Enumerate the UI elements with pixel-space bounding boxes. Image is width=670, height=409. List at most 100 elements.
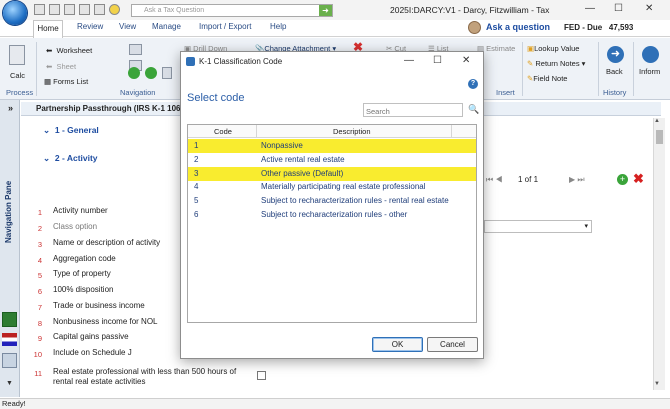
row-number: 9 xyxy=(37,334,42,343)
menu-help[interactable]: Help xyxy=(270,22,286,31)
window-title: 2025I:DARCY:V1 - Darcy, Fitzwilliam - Ta… xyxy=(390,5,550,15)
row-number: 5 xyxy=(37,271,42,280)
divider xyxy=(598,42,599,96)
menu-home[interactable]: Home xyxy=(33,20,63,38)
row-label: Class option xyxy=(53,222,98,231)
scroll-down-icon[interactable]: ▼ xyxy=(654,381,660,387)
inform-icon[interactable] xyxy=(642,46,659,63)
building-icon[interactable] xyxy=(2,353,17,368)
col-description[interactable]: Description xyxy=(333,127,371,136)
scroll-down-icon[interactable]: ▼ xyxy=(6,380,13,387)
add-instance-icon[interactable]: + xyxy=(617,174,628,185)
back-arrow-icon[interactable]: ➜ xyxy=(607,46,624,63)
print-icon[interactable] xyxy=(64,4,75,15)
divider xyxy=(256,125,257,138)
grid-row[interactable]: 4 Materially participating real estate pr… xyxy=(188,180,476,194)
grid-description: Materially participating real estate pro… xyxy=(261,182,426,192)
chevron-down-icon: ▾ xyxy=(584,223,588,230)
inform-button[interactable]: Inform xyxy=(639,67,660,76)
return-notes-button[interactable]: ✎ Return Notes ▾ xyxy=(527,59,585,68)
divider xyxy=(36,42,37,96)
col-code[interactable]: Code xyxy=(214,127,232,136)
row-number: 4 xyxy=(37,256,42,265)
add-green-icon[interactable] xyxy=(128,67,140,79)
pager-next-last[interactable]: ▶ ⏭ xyxy=(569,175,585,185)
menu-view[interactable]: View xyxy=(119,22,136,31)
fed-due-status: FED - Due 47,593 xyxy=(564,23,634,32)
close-icon[interactable]: ✕ xyxy=(645,3,653,14)
row-label: Capital gains passive xyxy=(53,332,129,341)
grid-row[interactable]: 5 Subject to recharacterization rules - r… xyxy=(188,194,476,208)
next-icon[interactable] xyxy=(129,44,142,55)
menu-manage[interactable]: Manage xyxy=(152,22,181,31)
save-icon[interactable] xyxy=(34,4,45,15)
row-number: 1 xyxy=(37,208,42,217)
menu-import-export[interactable]: Import / Export xyxy=(199,22,251,31)
grid-header: Code Description xyxy=(188,125,476,138)
cancel-button[interactable]: Cancel xyxy=(427,337,478,352)
section-activity[interactable]: ⌄ 2 - Activity xyxy=(43,153,98,164)
maximize-icon[interactable]: ☐ xyxy=(614,3,623,14)
copy-icon[interactable] xyxy=(79,4,90,15)
ask-tax-question-input[interactable]: Ask a Tax Question ➜ xyxy=(131,4,333,17)
section-general[interactable]: ⌄ 1 - General xyxy=(43,125,99,136)
group-history: History xyxy=(603,88,627,97)
pager-first-prev[interactable]: ⏮ ◀ xyxy=(486,175,503,185)
back-button[interactable]: Back xyxy=(606,67,623,76)
dialog-maximize-icon[interactable]: ☐ xyxy=(433,55,442,66)
divider xyxy=(522,42,523,96)
page-icon[interactable] xyxy=(162,67,172,79)
search-icon[interactable]: 🔍 xyxy=(468,104,479,115)
grid-code: 4 xyxy=(194,182,199,192)
row-label: Nonbusiness income for NOL xyxy=(53,317,158,326)
row-label: Include on Schedule J xyxy=(53,348,132,357)
row-number: 8 xyxy=(37,319,42,328)
worksheet-icon[interactable] xyxy=(2,312,17,327)
row-number: 11 xyxy=(34,369,42,378)
grid-row[interactable]: 3 Other passive (Default) xyxy=(188,166,476,181)
minimize-icon[interactable]: — xyxy=(585,3,595,14)
real-estate-professional-checkbox[interactable] xyxy=(257,371,266,380)
paste-icon[interactable] xyxy=(94,4,105,15)
row-number: 7 xyxy=(37,303,42,312)
grid-row[interactable]: 6 Subject to recharacterization rules - o… xyxy=(188,208,476,222)
grid-row[interactable]: 2 Active rental real estate xyxy=(188,153,476,167)
grid-description: Other passive (Default) xyxy=(261,168,344,178)
dialog-heading: Select code xyxy=(187,92,245,104)
ok-button[interactable]: OK xyxy=(372,337,423,352)
search-input[interactable] xyxy=(363,103,463,117)
remove-green-icon[interactable] xyxy=(145,67,157,79)
ask-question-link[interactable]: Ask a question xyxy=(486,22,550,32)
navigation-pane-label[interactable]: Navigation Pane xyxy=(4,181,13,243)
app-logo-icon[interactable] xyxy=(3,1,27,25)
class-option-select[interactable]: ▾ xyxy=(484,220,592,233)
row-label: 100% disposition xyxy=(53,285,114,294)
grid-code: 3 xyxy=(194,168,199,178)
open-icon[interactable] xyxy=(49,4,60,15)
forms-list-button[interactable]: ▦ Forms List xyxy=(44,77,88,86)
target-icon[interactable] xyxy=(109,4,120,15)
go-arrow-icon[interactable]: ➜ xyxy=(319,5,332,16)
scroll-thumb[interactable] xyxy=(656,130,663,144)
field-note-button[interactable]: ✎Field Note xyxy=(527,74,567,83)
sheet-button[interactable]: ⬅ Sheet xyxy=(46,62,76,71)
scroll-up-icon[interactable]: ▲ xyxy=(654,118,660,124)
calc-button[interactable]: Calc xyxy=(10,71,25,80)
row-number: 3 xyxy=(37,240,42,249)
calculator-icon[interactable] xyxy=(9,45,25,65)
expand-chevron-icon[interactable]: » xyxy=(8,103,13,113)
lookup-value-button[interactable]: ▣Lookup Value xyxy=(527,44,579,53)
flag-icon[interactable] xyxy=(2,333,17,346)
group-navigation: Navigation xyxy=(120,88,156,97)
vertical-scrollbar[interactable] xyxy=(653,118,665,390)
dialog-minimize-icon[interactable]: — xyxy=(404,55,414,66)
row-number: 2 xyxy=(37,224,42,233)
worksheet-button[interactable]: ⬅ Worksheet xyxy=(46,46,92,55)
grid-row[interactable]: 1 Nonpassive xyxy=(188,139,476,153)
menu-review[interactable]: Review xyxy=(77,22,103,31)
help-icon[interactable]: ? xyxy=(468,79,478,89)
dialog-close-icon[interactable]: ✕ xyxy=(462,55,470,66)
delete-instance-icon[interactable]: ✖ xyxy=(633,171,644,187)
dialog-app-icon xyxy=(186,57,195,66)
group-process: Process xyxy=(6,88,34,97)
